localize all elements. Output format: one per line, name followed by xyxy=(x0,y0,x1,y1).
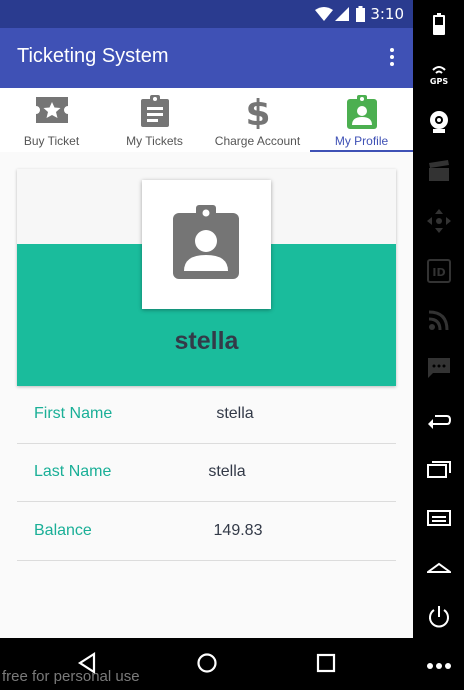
field-value: 149.83 xyxy=(213,522,263,539)
field-label: Balance xyxy=(34,522,92,539)
battery-icon[interactable] xyxy=(425,10,452,37)
tab-label: My Profile xyxy=(334,134,389,148)
recents-icon[interactable] xyxy=(425,455,452,482)
field-label: First Name xyxy=(34,405,113,422)
field-value: stella xyxy=(208,463,246,480)
tab-label: Charge Account xyxy=(214,134,301,148)
dollar-icon: $ xyxy=(246,95,270,129)
tab-charge-account[interactable]: $ Charge Account xyxy=(206,88,309,152)
field-value: stella xyxy=(216,405,254,422)
id-icon[interactable]: ID xyxy=(425,257,452,284)
recents-icon[interactable] xyxy=(316,652,336,674)
tab-buy-ticket[interactable]: Buy Ticket xyxy=(0,88,103,152)
first-name-row: First Name stella xyxy=(17,386,396,444)
gps-icon[interactable]: GPS xyxy=(425,60,452,87)
badge-person-icon xyxy=(346,95,377,129)
back-icon[interactable] xyxy=(425,406,452,433)
more-icon[interactable] xyxy=(425,652,452,679)
badge-person-icon xyxy=(173,205,239,279)
last-name-row: Last Name stella xyxy=(17,444,396,502)
tab-label: Buy Ticket xyxy=(23,134,80,148)
clipboard-list-icon xyxy=(140,95,169,127)
menu-icon[interactable] xyxy=(425,505,452,532)
battery-icon xyxy=(356,6,365,22)
field-label: Last Name xyxy=(34,463,112,480)
tab-label: My Tickets xyxy=(126,134,183,148)
tab-bar: Buy Ticket My Tickets $ Charge Account M… xyxy=(0,88,413,152)
signal-icon xyxy=(335,7,349,21)
wifi-icon xyxy=(315,7,333,21)
app-bar: Ticketing System xyxy=(0,28,413,88)
status-time: 3:10 xyxy=(370,5,404,23)
tab-my-profile[interactable]: My Profile xyxy=(310,88,413,152)
avatar[interactable] xyxy=(142,180,271,309)
emulator-side-toolbar: GPS ID xyxy=(413,0,464,690)
power-icon[interactable] xyxy=(425,603,452,630)
status-bar: 3:10 xyxy=(0,0,413,28)
app-title: Ticketing System xyxy=(17,45,169,67)
watermark-text: free for personal use xyxy=(2,668,140,685)
profile-card: stella xyxy=(17,169,396,386)
balance-row: Balance 149.83 xyxy=(17,503,396,561)
sms-icon[interactable] xyxy=(425,354,452,381)
ticket-star-icon xyxy=(35,97,68,123)
profile-username: stella xyxy=(174,327,239,355)
svg-text:$: $ xyxy=(246,95,270,129)
tab-my-tickets[interactable]: My Tickets xyxy=(103,88,206,152)
overflow-menu-icon[interactable] xyxy=(387,48,397,70)
rss-icon[interactable] xyxy=(425,306,452,333)
clapperboard-icon[interactable] xyxy=(425,157,452,184)
home-icon[interactable] xyxy=(196,652,218,674)
webcam-icon[interactable] xyxy=(425,108,452,135)
gps-label: GPS xyxy=(429,77,447,86)
id-label: ID xyxy=(432,266,445,279)
profile-content: stella First Name stella Last Name stell… xyxy=(0,152,413,638)
move-icon[interactable] xyxy=(425,207,452,234)
home-icon[interactable] xyxy=(425,554,452,581)
device-screen: 3:10 Ticketing System Buy Ticket My Tick… xyxy=(0,0,413,690)
